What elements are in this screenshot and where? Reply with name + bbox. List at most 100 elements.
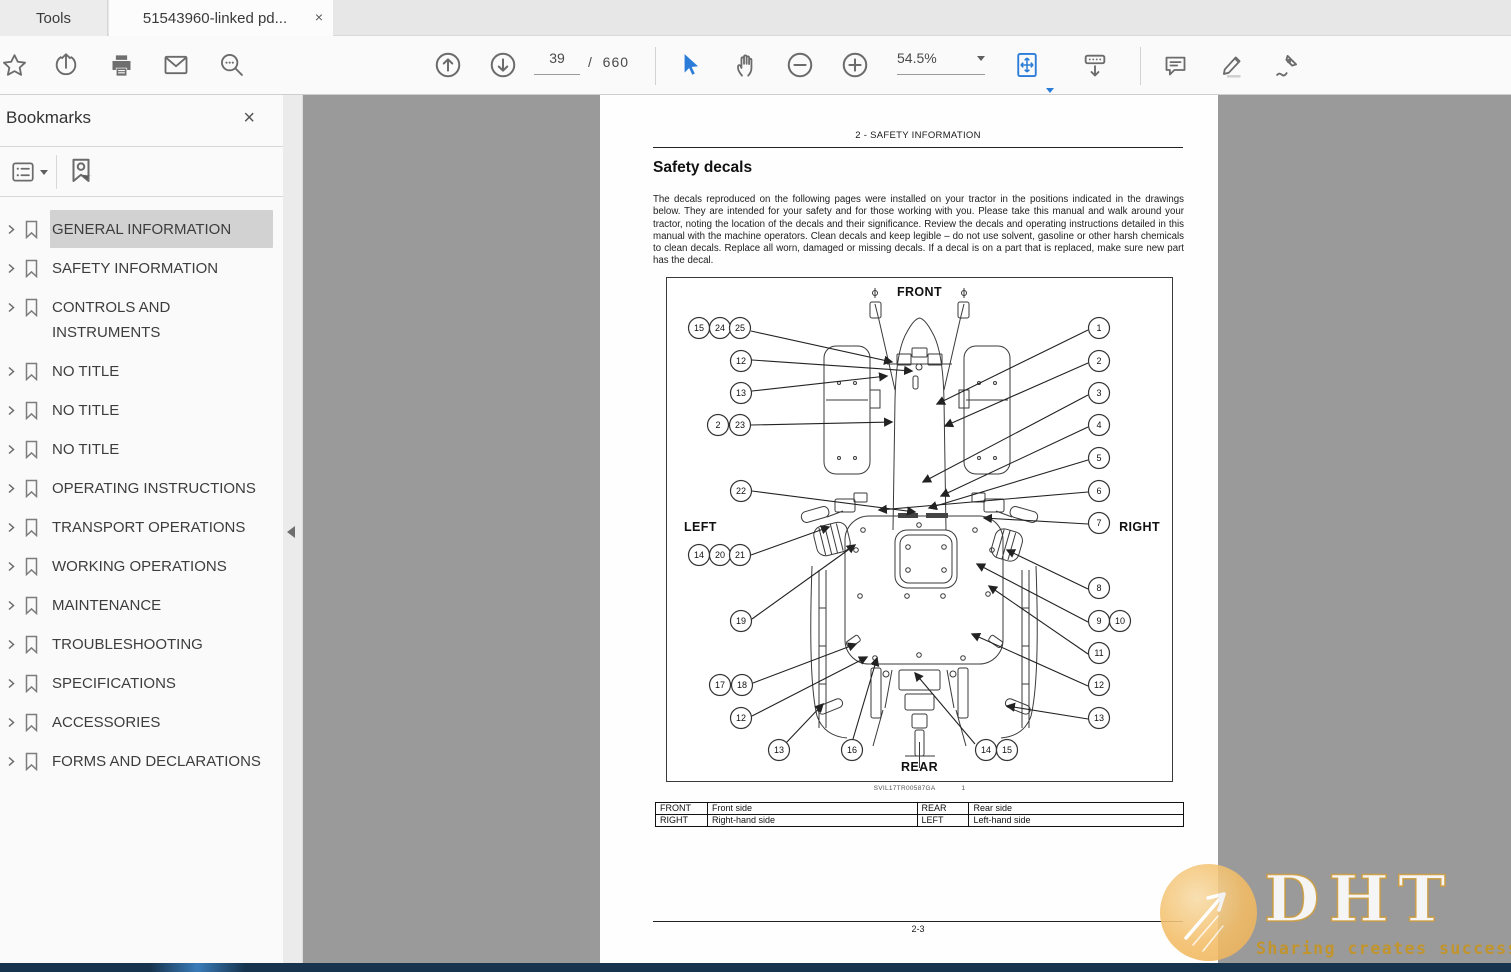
fill-sign-pen-icon — [1276, 54, 1298, 77]
svg-text:15: 15 — [1002, 745, 1012, 755]
dht-subtitle: Sharing creates success — [1256, 939, 1511, 958]
bookmark-item[interactable]: ACCESSORIES — [0, 703, 283, 741]
bookmark-item[interactable]: OPERATING INSTRUCTIONS — [0, 469, 283, 507]
bookmark-label: CONTROLS AND INSTRUMENTS — [52, 299, 171, 341]
legend-value: Right-hand side — [706, 814, 918, 827]
chevron-right-icon[interactable] — [6, 210, 24, 240]
bookmark-label: TROUBLESHOOTING — [52, 636, 203, 653]
chevron-right-icon[interactable] — [6, 249, 24, 279]
chevron-right-icon[interactable] — [6, 703, 24, 733]
chevron-right-icon[interactable] — [6, 430, 24, 460]
fit-page-icon — [1017, 52, 1037, 78]
svg-text:12: 12 — [1094, 680, 1104, 690]
bookmark-item[interactable]: SAFETY INFORMATION — [0, 249, 283, 287]
callout-14: 14 — [974, 738, 998, 762]
bookmark-item[interactable]: GENERAL INFORMATION — [0, 210, 283, 248]
bookmark-icon — [24, 508, 50, 542]
chevron-right-icon[interactable] — [6, 586, 24, 616]
chevron-right-icon[interactable] — [6, 391, 24, 421]
scroll-mode-button[interactable] — [1073, 43, 1117, 87]
figure-label-rear: REAR — [900, 760, 939, 774]
comment-button[interactable] — [1153, 43, 1197, 87]
zoom-level-control[interactable]: 54.5% — [897, 50, 985, 75]
callout-16: 16 — [840, 738, 864, 762]
bookmark-item[interactable]: WORKING OPERATIONS — [0, 547, 283, 585]
legend-row: FRONT Front side REAR Rear side — [655, 802, 1184, 815]
taskbar-edge — [0, 963, 1511, 972]
chevron-right-icon[interactable] — [6, 508, 24, 538]
chevron-right-icon[interactable] — [6, 742, 24, 772]
tab-tools[interactable]: Tools — [0, 0, 108, 36]
panel-divider[interactable] — [283, 95, 303, 963]
previous-page-button[interactable] — [426, 43, 470, 87]
fit-page-caret-icon[interactable] — [1046, 88, 1054, 93]
fill-sign-button[interactable] — [1265, 43, 1309, 87]
chevron-right-icon[interactable] — [6, 288, 24, 318]
toolbar-separator — [1140, 47, 1141, 85]
page-number-input[interactable]: 39 — [534, 50, 580, 75]
legend-row: RIGHT Right-hand side LEFT Left-hand side — [655, 814, 1184, 827]
callout-arrow — [751, 372, 889, 392]
bookmark-item[interactable]: NO TITLE — [0, 352, 283, 390]
svg-text:22: 22 — [736, 486, 746, 496]
chevron-right-icon[interactable] — [6, 625, 24, 655]
bookmark-options-button[interactable] — [10, 159, 48, 185]
zoom-out-button[interactable] — [778, 43, 822, 87]
document-area[interactable]: 2 - SAFETY INFORMATION Safety decals The… — [303, 95, 1511, 963]
page-total-label: / 660 — [588, 54, 630, 70]
bookmark-icon — [24, 547, 50, 581]
bookmark-item[interactable]: SPECIFICATIONS — [0, 664, 283, 702]
collapse-panel-icon[interactable] — [287, 526, 295, 538]
tractor-top-view: 15 24 2512132 232214 20 211917 181213 16 14 15123… — [687, 288, 1132, 768]
bookmark-item[interactable]: TRANSPORT OPERATIONS — [0, 508, 283, 546]
bookmark-item[interactable]: CONTROLS AND INSTRUMENTS — [0, 288, 283, 351]
page-footer-number: 2-3 — [911, 924, 925, 934]
print-button[interactable] — [99, 43, 143, 87]
callout-arrow — [1005, 549, 1089, 590]
next-page-button[interactable] — [481, 43, 525, 87]
close-tab-icon[interactable]: × — [315, 9, 323, 26]
search-button[interactable] — [210, 43, 254, 87]
zoom-in-button[interactable] — [833, 43, 877, 87]
close-panel-icon[interactable]: × — [243, 107, 255, 130]
share-upload-button[interactable] — [44, 43, 88, 87]
tractor-drawing — [800, 288, 1039, 768]
select-tool-button[interactable] — [668, 43, 712, 87]
bookmark-icon — [24, 288, 50, 322]
bookmark-item[interactable]: NO TITLE — [0, 430, 283, 468]
callout-4: 4 — [1087, 413, 1111, 437]
bookmark-icon — [24, 703, 50, 737]
callout-15: 15 — [687, 316, 711, 340]
figure-caption: SVIL17TR00587GA 1 — [666, 785, 1173, 792]
legend-key: REAR — [916, 802, 970, 815]
bookmark-find-icon — [72, 158, 93, 182]
callout-arrow — [943, 362, 1089, 428]
email-button[interactable] — [154, 43, 198, 87]
bookmark-icon — [24, 469, 50, 503]
dht-arrow-icon — [1184, 892, 1226, 952]
find-current-bookmark-button[interactable] — [66, 156, 96, 191]
bookmark-item[interactable]: FORMS AND DECLARATIONS — [0, 742, 283, 780]
safety-decal-diagram: 15 24 25 12 13 2 23 22 14 20 21 19 17 18 12 13 16 14 15 1 2 3… — [666, 277, 1173, 782]
legend-tbody: FRONT Front side REAR Rear side RIGHT Right-h… — [655, 802, 1184, 827]
bookmark-item[interactable]: NO TITLE — [0, 391, 283, 429]
svg-text:14: 14 — [981, 745, 991, 755]
svg-text:9: 9 — [1096, 616, 1101, 626]
svg-text:13: 13 — [1094, 713, 1104, 723]
chevron-right-icon[interactable] — [6, 547, 24, 577]
bookmark-item[interactable]: TROUBLESHOOTING — [0, 625, 283, 663]
bookmark-label: NO TITLE — [52, 402, 120, 419]
favorite-star-button[interactable] — [0, 43, 36, 87]
tab-document[interactable]: 51543960-linked pd... × — [109, 0, 333, 36]
chevron-right-icon[interactable] — [6, 664, 24, 694]
bookmark-item[interactable]: MAINTENANCE — [0, 586, 283, 624]
svg-text:8: 8 — [1096, 583, 1101, 593]
chevron-right-icon[interactable] — [6, 352, 24, 382]
bookmarks-list: GENERAL INFORMATION SAFETY INFORMATION CON… — [0, 197, 283, 780]
fit-page-button[interactable] — [1005, 43, 1049, 87]
svg-text:23: 23 — [735, 420, 745, 430]
chevron-right-icon[interactable] — [6, 469, 24, 499]
highlight-button[interactable] — [1209, 43, 1253, 87]
hand-tool-button[interactable] — [724, 43, 768, 87]
tab-tools-label: Tools — [35, 9, 72, 27]
